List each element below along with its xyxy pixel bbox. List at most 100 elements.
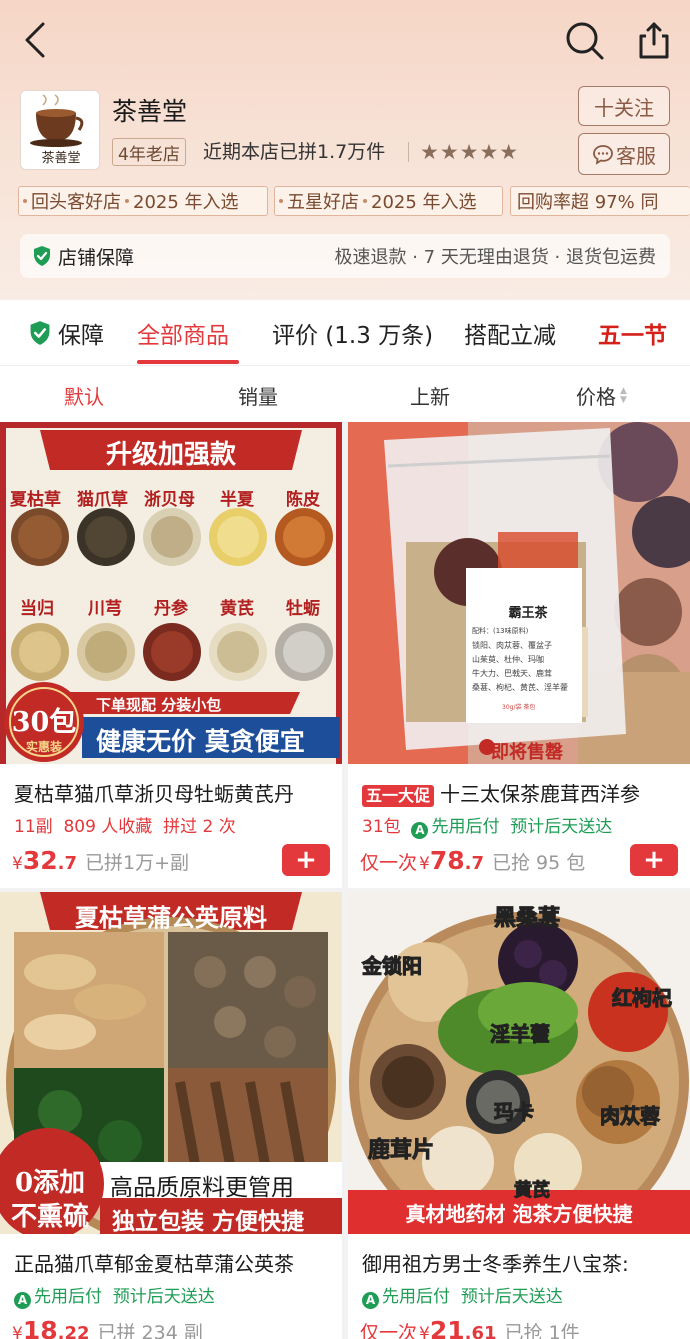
award-dot [125, 199, 129, 203]
bag-subtitle: 配料：(13味原料) [472, 627, 529, 635]
product-image[interactable]: 夏枯草蒲公英原料 0添加 不熏硫 高品质原料更管用 独立包装 方便快捷 [0, 892, 342, 1234]
price-prefix: 仅一次 [360, 1322, 418, 1339]
store-name: 茶善堂 [112, 97, 188, 126]
follow-button[interactable]: 十关注 [578, 86, 670, 126]
bag-ingredients: 牛大力、巴戟天、鹿茸 [472, 669, 552, 678]
price-decimal: .7 [57, 853, 77, 874]
pay-later-label: 先用后付 [34, 1287, 102, 1307]
ribbon-small-text: 下单现配 分装小包 [96, 696, 222, 714]
price-integer: 21 [429, 1316, 465, 1339]
ingredient-label: 玛卡 [494, 1100, 535, 1125]
product-card[interactable]: 黑桑葚 金锁阳 红枸杞 淫羊藿 玛卡 肉苁蓉 鹿茸片 黄芪 真材地药材 泡茶方便… [348, 892, 690, 1339]
share-button[interactable] [630, 16, 678, 64]
pay-later-icon: A [411, 821, 429, 839]
group-count: 拼过 2 次 [163, 817, 236, 837]
product-image[interactable]: 升级加强款 夏枯草 猫爪草 浙贝母 半夏 陈皮 当归 川芎 丹参 黄芪 牡蛎 下… [0, 422, 342, 764]
store-logo[interactable]: 茶善堂 [20, 90, 100, 170]
add-to-cart-button[interactable]: + [282, 844, 330, 876]
herb-label: 牡蛎 [286, 599, 320, 619]
herb-label: 半夏 [220, 490, 254, 510]
bag-title: 霸王茶 [508, 606, 548, 621]
price-row: 仅一次 ¥ 78 .7 已抢 95 包 [360, 846, 585, 875]
packaging-text: 独立包装 方便快捷 [112, 1208, 305, 1234]
award-value: 2025 年入选 [133, 192, 239, 213]
tab-festival[interactable]: 五一节 [598, 316, 667, 350]
pack-sub: 实惠装 [25, 740, 62, 754]
follow-label: 十关注 [594, 95, 654, 120]
store-guarantee-bar[interactable]: 店铺保障 极速退款 · 7 天无理由退货 · 退货包运费 [20, 234, 670, 278]
herb-label: 陈皮 [286, 490, 320, 510]
price-integer: 18 [22, 1316, 58, 1339]
price-row: 仅一次 ¥ 21 .61 已抢 1件 [360, 1316, 580, 1339]
divider [408, 142, 409, 162]
store-rating-stars: ★★★★★ [420, 140, 520, 164]
ingredient-label: 金锁阳 [362, 954, 423, 979]
product-meta: 11副 809 人收藏 拼过 2 次 [14, 812, 236, 837]
award-badge[interactable]: 回购率超 97% 同 [510, 186, 690, 216]
add-to-cart-button[interactable]: + [630, 844, 678, 876]
chat-bubble-icon [593, 145, 613, 165]
herb-label: 黄芪 [220, 599, 254, 619]
ribbon-big-text: 健康无价 莫贪便宜 [96, 727, 305, 756]
price-row: ¥ 18 .22 已拼 234 副 [12, 1316, 203, 1339]
share-icon [639, 22, 669, 59]
price-integer: 32 [22, 846, 58, 875]
price-symbol: ¥ [419, 1324, 430, 1339]
pay-later-label: 先用后付 [431, 817, 500, 837]
herb-label: 丹参 [154, 599, 188, 619]
tab-combo-discount[interactable]: 搭配立减 [464, 316, 556, 350]
herb-label: 当归 [20, 599, 54, 619]
tab-reviews[interactable]: 评价 (1.3 万条) [272, 316, 433, 350]
service-label: 客服 [616, 143, 656, 168]
banner-text: 夏枯草蒲公英原料 [75, 903, 267, 932]
product-title-text: 十三太保茶鹿茸西洋参 [440, 782, 641, 806]
shield-check-icon [30, 321, 50, 345]
product-title[interactable]: 夏枯草猫爪草浙贝母牡蛎黄芪丹 [14, 778, 334, 807]
herb-label: 川芎 [88, 599, 122, 619]
sort-bar: 默认 销量 上新 价格 ▲ ▼ [0, 366, 690, 422]
product-title[interactable]: 正品猫爪草郁金夏枯草蒲公英茶 [14, 1248, 334, 1277]
price-decimal: .61 [464, 1323, 497, 1339]
product-title[interactable]: 五一大促 十三太保茶鹿茸西洋参 [362, 778, 682, 807]
product-title[interactable]: 御用祖方男士冬季养生八宝茶: [362, 1248, 682, 1277]
pay-later-label: 先用后付 [382, 1287, 450, 1307]
sort-price[interactable]: 价格 ▲ ▼ [576, 381, 627, 410]
product-card[interactable]: 夏枯草蒲公英原料 0添加 不熏硫 高品质原料更管用 独立包装 方便快捷 正品猫爪… [0, 892, 342, 1339]
delivery-estimate: 预计后天送达 [112, 1287, 215, 1307]
bag-ingredients: 桑葚、枸杞、黄芪、淫羊藿 [472, 683, 568, 692]
award-badge[interactable]: 五星好店 2025 年入选 [274, 186, 503, 216]
product-card[interactable]: 升级加强款 夏枯草 猫爪草 浙贝母 半夏 陈皮 当归 川芎 丹参 黄芪 牡蛎 下… [0, 422, 342, 888]
sort-price-label: 价格 [576, 385, 616, 409]
back-button[interactable] [14, 18, 58, 62]
customer-service-button[interactable]: 客服 [578, 133, 670, 175]
store-age-badge: 4年老店 [112, 138, 186, 166]
herb-label: 夏枯草 [10, 490, 61, 510]
price-decimal: .7 [464, 853, 485, 874]
product-meta: A 先用后付 预计后天送达 [362, 1282, 563, 1309]
quality-text: 高品质原料更管用 [110, 1175, 294, 1201]
award-dot [23, 199, 27, 203]
tab-protect[interactable]: 保障 [28, 316, 104, 350]
product-image[interactable]: 霸王茶 配料：(13味原料) 锁阳、肉苁蓉、覆盆子 山茱萸、杜仲、玛咖 牛大力、… [348, 422, 690, 764]
tab-all-products[interactable]: 全部商品 [137, 316, 229, 350]
delivery-estimate: 预计后天送达 [460, 1287, 563, 1307]
promo-tag: 五一大促 [362, 785, 435, 807]
award-label: 回购率超 97% 同 [517, 192, 659, 213]
store-logo-text: 茶善堂 [41, 151, 81, 166]
herb-label: 浙贝母 [144, 490, 195, 510]
award-dot [279, 199, 283, 203]
sort-new[interactable]: 上新 [410, 381, 450, 410]
search-button[interactable] [560, 16, 608, 64]
tab-protect-label: 保障 [58, 323, 104, 349]
store-tabs: 保障 全部商品 评价 (1.3 万条) 搭配立减 五一节 [0, 300, 690, 366]
product-image[interactable]: 黑桑葚 金锁阳 红枸杞 淫羊藿 玛卡 肉苁蓉 鹿茸片 黄芪 真材地药材 泡茶方便… [348, 892, 690, 1234]
product-card[interactable]: 霸王茶 配料：(13味原料) 锁阳、肉苁蓉、覆盆子 山茱萸、杜仲、玛咖 牛大力、… [348, 422, 690, 888]
sold-count: 已拼1万+副 [85, 852, 190, 874]
award-badge[interactable]: 回头客好店 2025 年入选 [18, 186, 268, 216]
sort-sales[interactable]: 销量 [238, 381, 278, 410]
sort-default[interactable]: 默认 [64, 381, 104, 410]
award-value: 2025 年入选 [371, 192, 477, 213]
sold-count: 已拼 234 副 [97, 1322, 203, 1339]
sort-arrows-icon: ▲ ▼ [620, 385, 627, 405]
price-decimal: .22 [57, 1323, 90, 1339]
